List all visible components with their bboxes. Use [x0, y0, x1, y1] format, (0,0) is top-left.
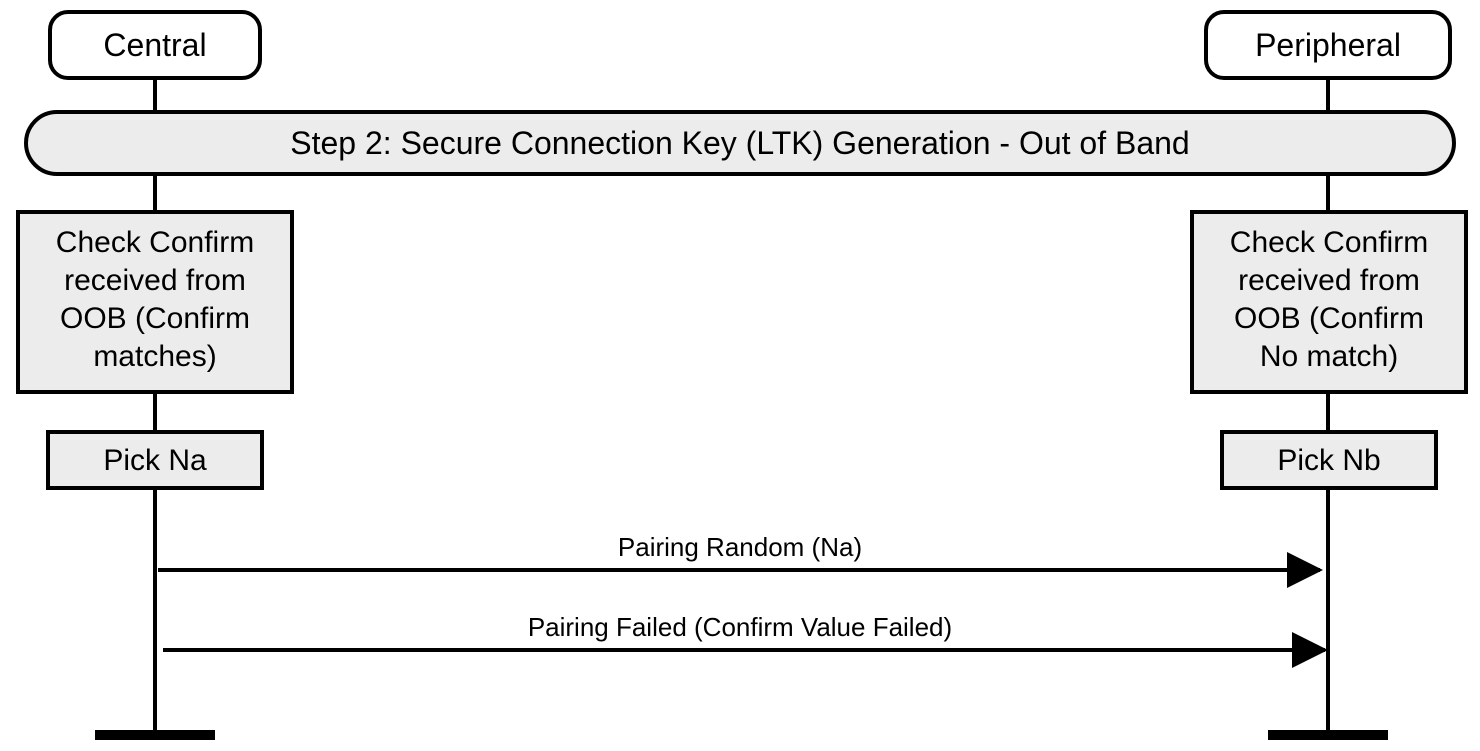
left-pick-label: Pick Na	[103, 444, 207, 477]
right-pick-label: Pick Nb	[1277, 444, 1380, 477]
svg-text:matches): matches)	[93, 340, 216, 373]
svg-text:OOB (Confirm: OOB (Confirm	[60, 302, 250, 335]
svg-text:Check Confirm: Check Confirm	[1230, 226, 1428, 259]
step-banner-label: Step 2: Secure Connection Key (LTK) Gene…	[290, 125, 1189, 161]
svg-text:No match): No match)	[1260, 340, 1398, 373]
msg-pairing-random-label: Pairing Random (Na)	[618, 532, 862, 562]
svg-text:OOB (Confirm: OOB (Confirm	[1234, 302, 1424, 335]
msg-pairing-failed-label: Pairing Failed (Confirm Value Failed)	[528, 612, 952, 642]
actor-central-label: Central	[103, 27, 206, 63]
svg-text:Check Confirm: Check Confirm	[56, 226, 254, 259]
svg-text:received from: received from	[1238, 264, 1420, 297]
actor-peripheral-label: Peripheral	[1255, 27, 1401, 63]
svg-text:received from: received from	[64, 264, 246, 297]
sequence-diagram: Central Peripheral Step 2: Secure Connec…	[0, 0, 1480, 751]
